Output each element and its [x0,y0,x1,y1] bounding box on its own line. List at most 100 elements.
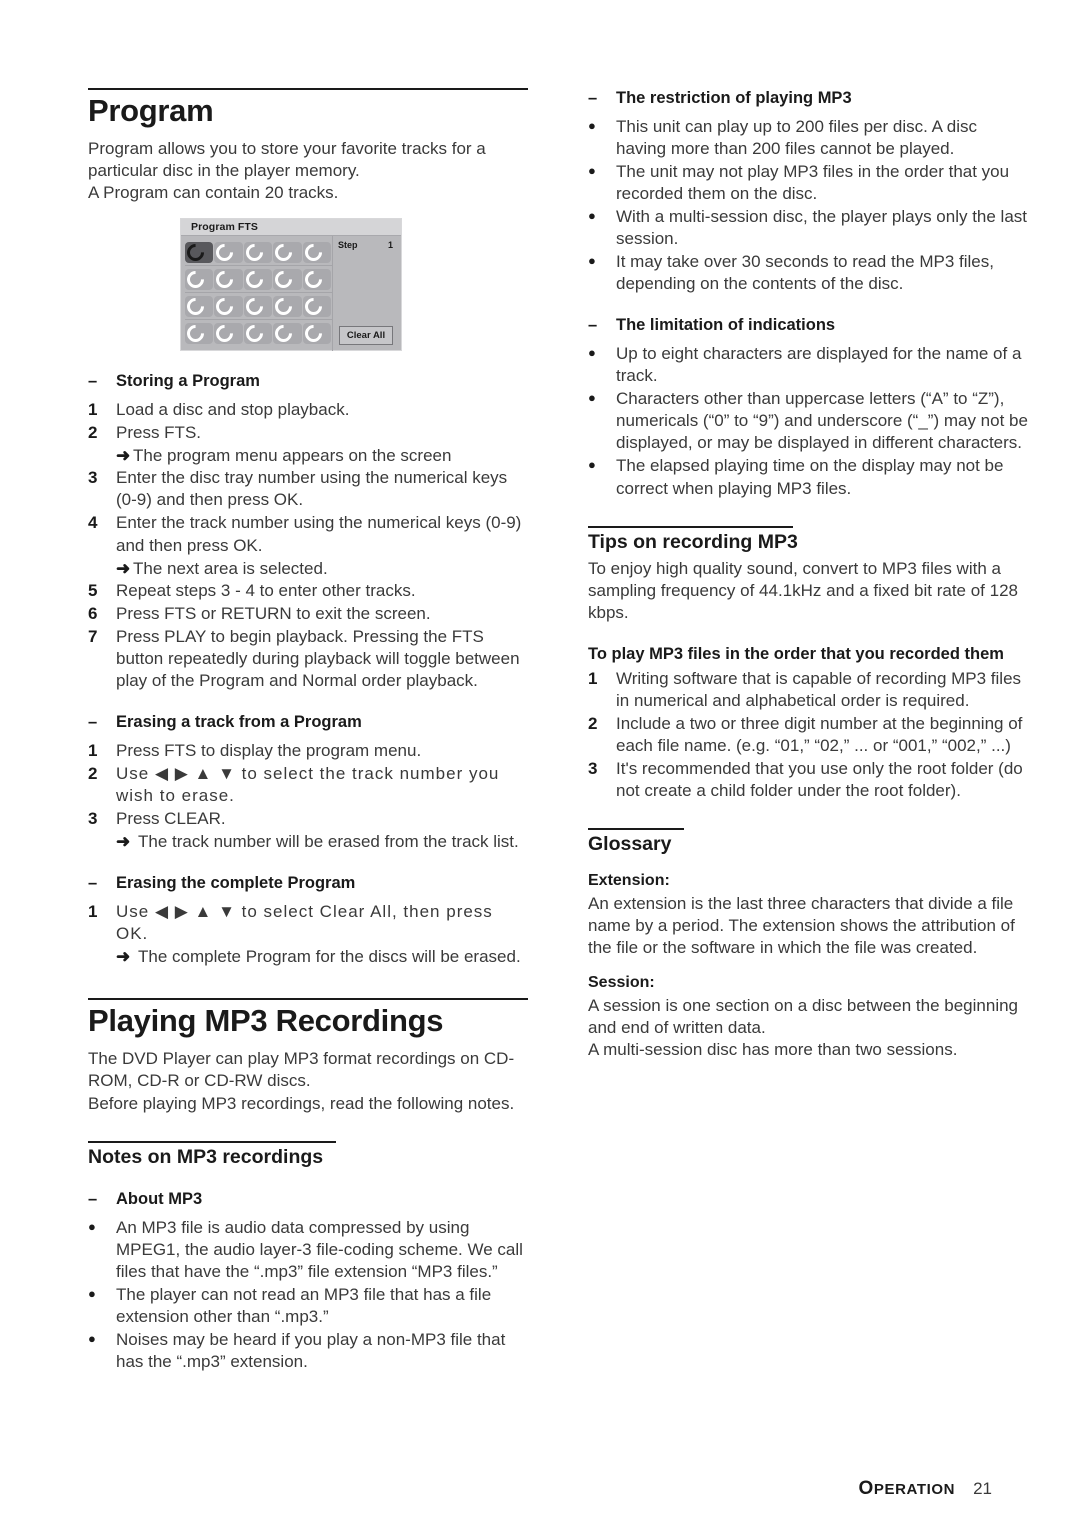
bullet-item: ● The player can not read an MP3 file th… [88,1284,528,1328]
clear-all-button[interactable]: Clear All [339,326,393,346]
fts-track-cell[interactable] [212,267,243,292]
bullet-item: ● An MP3 file is audio data compressed b… [88,1217,528,1283]
arrow-icon: ➜ [116,947,131,967]
tips-heading-block: Tips on recording MP3 [588,525,1028,554]
fts-track-cell[interactable] [183,294,214,319]
disc-icon [271,294,296,319]
fts-track-cell[interactable] [301,321,332,346]
step-item: 1 Load a disc and stop playback. [88,399,528,421]
fts-track-cell[interactable] [242,240,273,265]
disc-icon [183,321,208,346]
fts-track-cell[interactable] [301,267,332,292]
step-number: 2 [588,713,598,733]
bullet-text: Up to eight characters are displayed for… [616,344,1022,386]
limitation-indications-bullets: ● Up to eight characters are displayed f… [588,343,1028,500]
page-footer: OPERATION 21 [858,1478,992,1500]
limitation-indications-title: The limitation of indications [616,316,836,335]
fts-track-cell[interactable] [212,294,243,319]
heading-rule [588,525,793,528]
step-text: Press FTS. [116,423,202,443]
step-note-text: The next area is selected. [133,558,328,578]
bullet-icon: ● [88,1331,96,1347]
step-note: ➜ The complete Program for the discs wil… [116,946,528,968]
erasing-track-title: Erasing a track from a Program [116,713,362,732]
step-text: Press FTS or RETURN to exit the screen. [116,603,431,623]
step-note-text: The complete Program for the discs will … [138,947,521,967]
disc-icon [212,267,237,292]
step-note-text: The track number will be erased from the… [138,832,519,852]
step-text: Repeat steps 3 - 4 to enter other tracks… [116,580,416,600]
bullet-item: ● With a multi-session disc, the player … [588,206,1028,250]
playing-mp3-line-1: The DVD Player can play MP3 format recor… [88,1049,515,1069]
fts-grid-row [183,293,332,321]
step-item: 1 Press FTS to display the program menu. [88,740,528,762]
fts-track-cell[interactable] [301,294,332,319]
fts-body: Step 1 Clear All [181,236,401,352]
page-title: Program [88,93,214,128]
erasing-track-steps: 1 Press FTS to display the program menu.… [88,740,528,830]
footer-section-initial: O [858,1478,874,1499]
bullet-icon: ● [588,208,596,223]
program-intro-line-3: A Program can contain 20 tracks. [88,183,339,203]
bullet-text: Characters other than uppercase letters … [616,389,1028,453]
bullet-item: ● Up to eight characters are displayed f… [588,343,1028,387]
dash-marker: – [588,316,598,335]
disc-icon [242,294,267,319]
about-mp3-title: About MP3 [116,1189,203,1208]
disc-icon [183,294,208,319]
fts-step-value: 1 [387,240,393,251]
limitation-indications-heading: – The limitation of indications [588,315,1028,336]
footer-section-label: OPERATION [858,1478,955,1500]
fts-track-cell[interactable] [301,240,332,265]
erasing-track-heading: – Erasing a track from a Program [88,712,528,733]
fts-grid-row [183,239,332,267]
erasing-complete-heading: – Erasing the complete Program [88,873,528,894]
fts-title-bar: Program FTS [181,219,401,237]
fts-track-cell[interactable] [183,267,214,292]
tips-title: Tips on recording MP3 [588,530,798,553]
fts-track-cell[interactable] [212,240,243,265]
disc-icon [271,321,296,346]
arrow-icon: ➜ [116,832,131,852]
storing-program-title: Storing a Program [116,372,260,391]
footer-section-rest: PERATION [873,1481,956,1498]
step-number: 3 [88,809,98,829]
glossary-term-session: Session: [588,973,655,991]
disc-icon [212,240,237,265]
bullet-item: ● This unit can play up to 200 files per… [588,116,1028,160]
step-item: 3 Enter the disc tray number using the n… [88,467,528,511]
heading-rule [88,1140,336,1143]
document-page: Program Program allows you to store your… [0,0,1080,1528]
fts-track-cell[interactable] [271,321,302,346]
playing-mp3-intro: The DVD Player can play MP3 format recor… [88,1048,528,1114]
step-item: 6 Press FTS or RETURN to exit the screen… [88,603,528,625]
bullet-text: The player can not read an MP3 file that… [116,1284,492,1326]
storing-program-heading: – Storing a Program [88,371,528,392]
disc-icon [183,267,208,292]
bullet-text: It may take over 30 seconds to read the … [616,252,994,294]
step-text: Press PLAY to begin playback. Pressing t… [116,626,520,691]
fts-track-cell[interactable] [242,321,273,346]
step-text: Writing software that is capable of reco… [616,668,1022,710]
step-item: 2 Include a two or three digit number at… [588,713,1028,757]
program-heading-block: Program [88,88,528,128]
fts-track-cell-selected[interactable] [183,240,214,265]
disc-icon [301,321,326,346]
fts-track-cell[interactable] [183,321,214,346]
fts-track-cell[interactable] [212,321,243,346]
fts-track-cell[interactable] [271,267,302,292]
fts-track-cell[interactable] [271,294,302,319]
playing-mp3-heading-block: Playing MP3 Recordings [88,998,528,1038]
step-note: ➜ The program menu appears on the screen [116,445,528,467]
disc-icon [271,267,296,292]
step-text: Enter the track number using the numeric… [116,513,522,555]
dash-marker: – [88,1189,98,1208]
fts-track-cell[interactable] [242,294,273,319]
step-text: Include a two or three digit number at t… [616,713,1023,756]
fts-track-cell[interactable] [242,267,273,292]
fts-track-cell[interactable] [271,240,302,265]
restriction-mp3-bullets: ● This unit can play up to 200 files per… [588,116,1028,296]
disc-icon [301,240,326,265]
step-number: 1 [88,400,98,419]
heading-rule [88,998,528,1001]
